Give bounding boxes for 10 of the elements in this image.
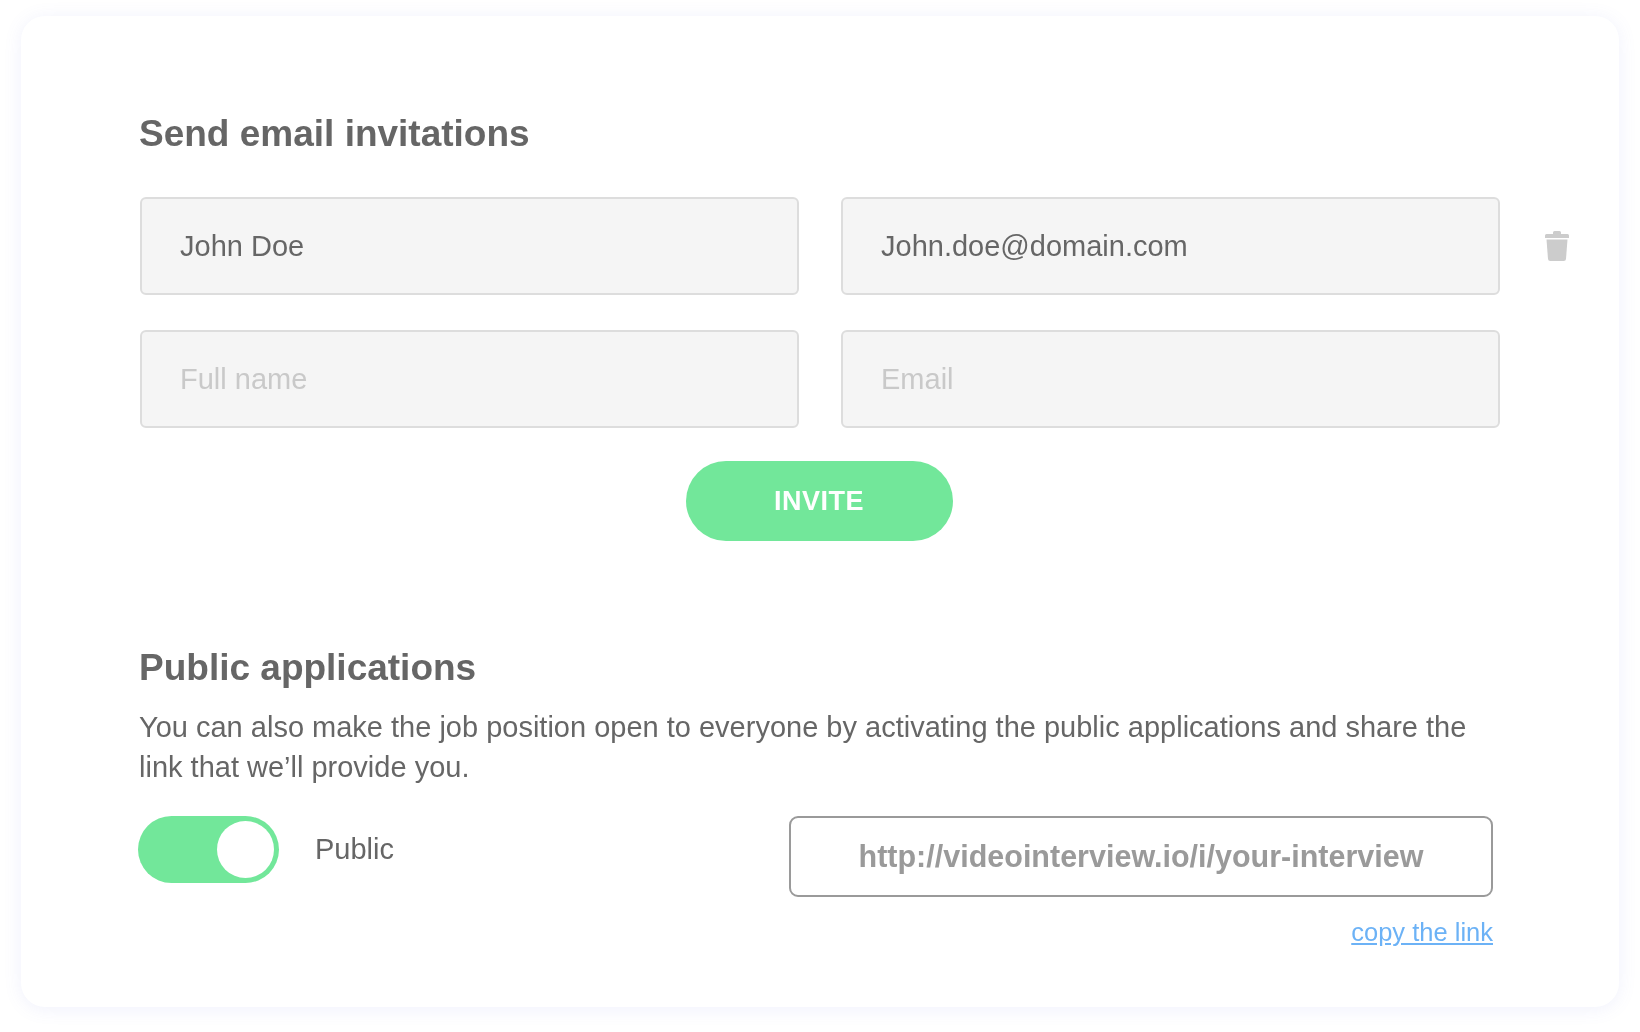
link-field[interactable]: http://videointerview.io/i/your-interview [789, 816, 1493, 897]
section-title: Send email invitations [139, 112, 530, 156]
email-field[interactable]: John.doe@domain.com [841, 197, 1500, 295]
trash-icon[interactable] [1545, 231, 1569, 261]
invite-button[interactable]: INVITE [685, 461, 953, 541]
description-text: You can also make the job position open to everyone by activating the public applications and share the link that we’ll provide you. [139, 710, 1468, 785]
toggle-label: Public [315, 833, 394, 866]
copy-link[interactable]: copy the link [1351, 916, 1493, 948]
section-title: Public applications [139, 646, 477, 690]
full-name-field[interactable]: John Doe [140, 197, 799, 295]
